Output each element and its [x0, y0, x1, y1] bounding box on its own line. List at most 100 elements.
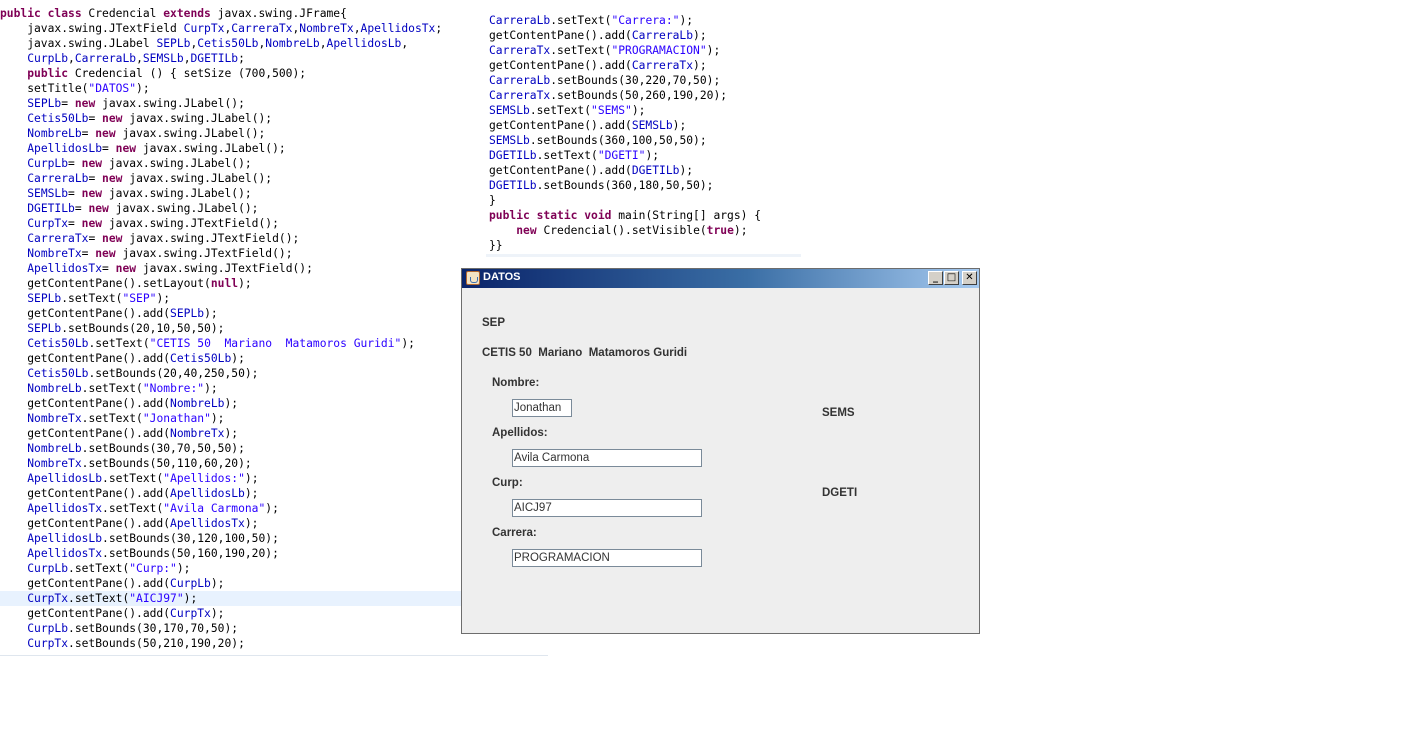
code-token: CarreraTx [489, 89, 551, 102]
carrera-field[interactable]: PROGRAMACION [512, 549, 702, 567]
code-token: .setBounds(50,110,60,20); [81, 457, 252, 470]
right-code-line[interactable]: }} [489, 238, 801, 253]
right-code-line[interactable]: public static void main(String[] args) { [489, 208, 801, 223]
right-code-line[interactable]: CarreraLb.setBounds(30,220,70,50); [489, 73, 801, 88]
nombre-field[interactable]: Jonathan [512, 399, 572, 417]
curp-field[interactable]: AICJ97 [512, 499, 702, 517]
right-code-line[interactable]: new Credencial().setVisible(true); [489, 223, 801, 238]
code-token: ApellidosLb [170, 487, 245, 500]
left-code-line[interactable]: CurpLb,CarreraLb,SEMSLb,DGETILb; [0, 51, 548, 66]
code-token: .setBounds(50,160,190,20); [102, 547, 279, 560]
code-token: new [102, 112, 130, 125]
apellidos-label: Apellidos: [492, 427, 548, 439]
right-code-line[interactable]: } [489, 193, 801, 208]
code-token: getContentPane().add( [0, 577, 171, 590]
code-token: ); [631, 104, 646, 117]
left-code-line[interactable]: CurpLb= new javax.swing.JLabel(); [0, 156, 548, 171]
right-code-line[interactable]: getContentPane().add(CarreraTx); [489, 58, 801, 73]
code-token: NombreLb [170, 397, 225, 410]
right-code-line[interactable]: CarreraLb.setText("Carrera:"); [489, 13, 801, 28]
carrera-label: Carrera: [492, 527, 537, 539]
code-token: .setText( [529, 104, 592, 117]
code-token: .setText( [88, 337, 150, 350]
code-token: = [102, 262, 116, 275]
code-token: public static void [489, 209, 619, 222]
code-token: CarreraTx [27, 232, 89, 245]
left-code-line[interactable]: Cetis50Lb= new javax.swing.JLabel(); [0, 111, 548, 126]
left-code-line[interactable]: SEPLb= new javax.swing.JLabel(); [0, 96, 548, 111]
left-code-line[interactable]: public class Credencial extends javax.sw… [0, 6, 548, 21]
code-token: CarreraTx [631, 59, 694, 72]
code-token: ); [210, 577, 225, 590]
code-token: new [88, 202, 116, 215]
right-code-line[interactable]: CarreraTx.setBounds(50,260,190,20); [489, 88, 801, 103]
left-code-line[interactable]: NombreTx= new javax.swing.JTextField(); [0, 246, 548, 261]
code-token: = [88, 232, 103, 245]
left-code-line[interactable]: public Credencial () { setSize (700,500)… [0, 66, 548, 81]
code-token: CurpLb [27, 157, 69, 170]
code-token: , [183, 52, 191, 65]
minimize-button[interactable]: _ [928, 271, 943, 285]
code-token: javax.swing.JLabel(); [142, 142, 286, 155]
code-token: .setBounds(360,100,50,50); [529, 134, 707, 147]
code-token: CurpLb [27, 562, 69, 575]
left-code-line[interactable]: DGETILb= new javax.swing.JLabel(); [0, 201, 548, 216]
window-titlebar[interactable]: DATOS _ □ ✕ [462, 269, 979, 288]
right-code-line[interactable]: SEMSLb.setBounds(360,100,50,50); [489, 133, 801, 148]
left-code-line[interactable]: setTitle("DATOS"); [0, 81, 548, 96]
code-token: javax.swing.JFrame{ [217, 7, 347, 20]
right-code-line[interactable]: getContentPane().add(CarreraLb); [489, 28, 801, 43]
right-code-line[interactable]: SEMSLb.setText("SEMS"); [489, 103, 801, 118]
curp-label: Curp: [492, 477, 523, 489]
code-token: CurpTx [183, 22, 225, 35]
code-token: NombreLb [265, 37, 320, 50]
code-token: ApellidosLb [27, 142, 103, 155]
left-code-line[interactable]: javax.swing.JLabel SEPLb,Cetis50Lb,Nombr… [0, 36, 548, 51]
left-code-line[interactable]: SEMSLb= new javax.swing.JLabel(); [0, 186, 548, 201]
close-button[interactable]: ✕ [962, 271, 977, 285]
code-token: setTitle( [0, 82, 89, 95]
dgeti-label: DGETI [822, 487, 858, 499]
left-code-line[interactable]: NombreLb= new javax.swing.JLabel(); [0, 126, 548, 141]
left-code-line[interactable]: CurpTx= new javax.swing.JTextField(); [0, 216, 548, 231]
code-token: .setBounds(50,260,190,20); [550, 89, 728, 102]
left-code-line[interactable]: CurpTx.setBounds(50,210,190,20); [0, 636, 548, 651]
code-token: .setText( [550, 14, 612, 27]
code-token: .setText( [550, 44, 612, 57]
code-token: .setText( [61, 292, 123, 305]
code-token: NombreTx [27, 412, 82, 425]
code-token: javax.swing.JTextField [0, 22, 184, 35]
code-token: Cetis50Lb [27, 337, 89, 350]
left-code-line[interactable]: javax.swing.JTextField CurpTx,CarreraTx,… [0, 21, 548, 36]
right-code-line[interactable]: getContentPane().add(SEMSLb); [489, 118, 801, 133]
code-token: new [102, 232, 130, 245]
maximize-button[interactable]: □ [944, 271, 959, 285]
code-token: new [74, 97, 103, 110]
code-token: ); [238, 277, 252, 290]
window-title: DATOS [483, 271, 521, 283]
right-code-line[interactable]: CarreraTx.setText("PROGRAMACION"); [489, 43, 801, 58]
right-code-line[interactable]: getContentPane().add(DGETILb); [489, 163, 801, 178]
code-editor-right[interactable]: CarreraLb.setText("Carrera:"); getContent… [489, 13, 801, 258]
right-code-line[interactable]: DGETILb.setBounds(360,180,50,50); [489, 178, 801, 193]
code-token: new [95, 247, 123, 260]
right-code-line[interactable]: DGETILb.setText("DGETI"); [489, 148, 801, 163]
apellidos-field[interactable]: Avila Carmona [512, 449, 702, 467]
left-code-line[interactable]: CarreraTx= new javax.swing.JTextField(); [0, 231, 548, 246]
left-code-line[interactable]: ApellidosLb= new javax.swing.JLabel(); [0, 141, 548, 156]
code-token: getContentPane().setLayout( [0, 277, 211, 290]
code-token: ; [238, 52, 245, 65]
code-token: "Jonathan" [142, 412, 211, 425]
code-token: CarreraLb [27, 172, 89, 185]
left-code-line[interactable]: CarreraLb= new javax.swing.JLabel(); [0, 171, 548, 186]
code-token: = [88, 112, 103, 125]
code-token: ); [244, 517, 259, 530]
code-token: .setBounds(30,170,70,50); [68, 622, 239, 635]
